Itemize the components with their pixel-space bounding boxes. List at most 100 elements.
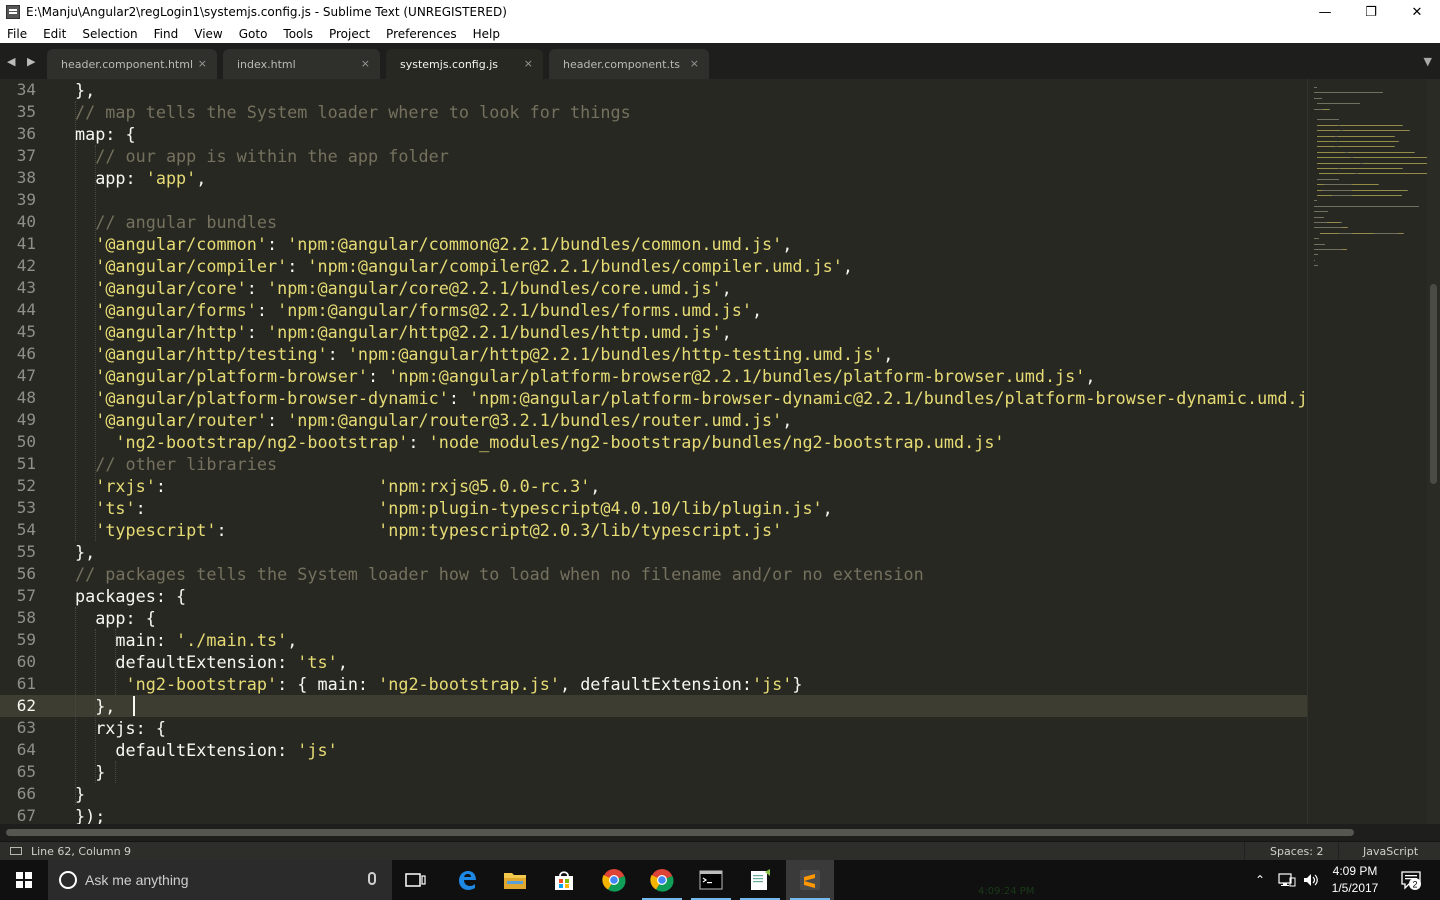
minimap-line [1329, 108, 1331, 110]
code-line[interactable]: 'typescript': 'npm:typescript@2.0.3/lib/… [75, 519, 782, 541]
code-line[interactable]: // packages tells the System loader how … [75, 563, 924, 585]
code-line[interactable]: '@angular/forms': 'npm:@angular/forms@2.… [75, 299, 762, 321]
code-line[interactable]: }, [75, 79, 95, 101]
tab-index-html[interactable]: index.html × [223, 49, 380, 79]
minimap-line [1314, 87, 1317, 88]
menu-view[interactable]: View [186, 27, 230, 41]
code-string: 'ng2-bootstrap.js' [378, 674, 560, 694]
tab-close-icon[interactable]: × [690, 57, 699, 70]
line-number: 67 [16, 806, 36, 824]
line-number: 48 [16, 388, 36, 407]
action-center-button[interactable]: 2 [1398, 860, 1424, 900]
tab-close-icon[interactable]: × [524, 57, 533, 70]
code-line[interactable]: app: 'app', [75, 167, 206, 189]
code-string: 'npm:typescript@2.0.3/lib/typescript.js' [378, 520, 783, 540]
chrome-button-2[interactable] [638, 860, 686, 900]
file-explorer-button[interactable] [491, 860, 539, 900]
minimap[interactable] [1307, 79, 1440, 824]
code-line[interactable]: '@angular/router': 'npm:@angular/router@… [75, 409, 792, 431]
store-button[interactable] [540, 860, 588, 900]
code-line[interactable]: '@angular/common': 'npm:@angular/common@… [75, 233, 792, 255]
menu-goto[interactable]: Goto [231, 27, 276, 41]
code-line[interactable]: packages: { [75, 585, 186, 607]
menu-file[interactable]: File [0, 27, 35, 41]
task-view-button[interactable] [392, 860, 440, 900]
menu-find[interactable]: Find [146, 27, 187, 41]
network-button[interactable] [1278, 860, 1296, 900]
menu-help[interactable]: Help [465, 27, 508, 41]
code-line[interactable]: '@angular/platform-browser': 'npm:@angul… [75, 365, 1095, 387]
vertical-scrollbar[interactable] [1427, 79, 1440, 824]
microphone-icon[interactable] [368, 872, 376, 885]
minimap-line [1340, 124, 1402, 126]
menu-selection[interactable]: Selection [74, 27, 145, 41]
code-line[interactable]: defaultExtension: 'ts', [75, 651, 347, 673]
code-line[interactable]: '@angular/http/testing': 'npm:@angular/h… [75, 343, 893, 365]
code-line[interactable]: // map tells the System loader where to … [75, 101, 631, 123]
line-number: 43 [16, 278, 36, 297]
chrome-button-1[interactable] [590, 860, 638, 900]
code-line[interactable]: // our app is within the app folder [75, 145, 449, 167]
tab-close-icon[interactable]: × [361, 57, 370, 70]
code-line[interactable]: 'ts': 'npm:plugin-typescript@4.0.10/lib/… [75, 497, 833, 519]
minimap-line [1314, 227, 1342, 229]
minimize-button[interactable]: — [1302, 0, 1348, 24]
code-line[interactable]: }, [75, 541, 95, 563]
minimap-line [1316, 157, 1351, 159]
code-area[interactable]: },// map tells the System loader where t… [75, 79, 1307, 824]
edge-browser-button[interactable] [443, 860, 491, 900]
code-line[interactable]: rxjs: { [75, 717, 166, 739]
minimap-line [1316, 162, 1361, 164]
store-bag-icon [555, 871, 573, 890]
cortana-search-box[interactable]: Ask me anything [48, 860, 392, 900]
taskbar-clock[interactable]: 4:09 PM 1/5/2017 [1325, 863, 1385, 897]
code-line[interactable]: }, [75, 695, 115, 717]
code-line[interactable]: '@angular/platform-browser-dynamic': 'np… [75, 387, 1307, 409]
code-line[interactable]: // other libraries [75, 453, 277, 475]
menu-project[interactable]: Project [321, 27, 378, 41]
tab-close-icon[interactable]: × [198, 57, 207, 70]
code-line[interactable]: app: { [75, 607, 156, 629]
tab-systemjs-config-js[interactable]: systemjs.config.js × [386, 49, 543, 79]
code-token: , [842, 256, 853, 276]
code-line[interactable]: '@angular/http': 'npm:@angular/http@2.2.… [75, 321, 732, 343]
code-line[interactable]: '@angular/compiler': 'npm:@angular/compi… [75, 255, 853, 277]
notepad-plus-button[interactable] [736, 860, 784, 900]
start-button[interactable] [0, 860, 48, 900]
panel-toggle-icon[interactable] [10, 847, 22, 855]
tab-header-component-html[interactable]: header.component.html × [47, 49, 217, 79]
syntax-selector[interactable]: JavaScript [1363, 845, 1418, 858]
show-hidden-icons-button[interactable]: ⌃ [1255, 860, 1265, 900]
code-line[interactable]: '@angular/core': 'npm:@angular/core@2.2.… [75, 277, 732, 299]
restore-button[interactable]: ❐ [1348, 0, 1394, 24]
code-line[interactable]: 'ng2-bootstrap': { main: 'ng2-bootstrap.… [75, 673, 803, 695]
code-token: }, [75, 696, 116, 716]
minimap-line [1316, 135, 1336, 137]
tab-header-component-ts[interactable]: header.component.ts × [549, 49, 709, 79]
tab-list-dropdown-icon[interactable]: ▼ [1424, 55, 1432, 68]
tab-navigation-arrows[interactable]: ◀ ▶ [7, 55, 39, 68]
code-line[interactable]: defaultExtension: 'js' [75, 739, 337, 761]
code-line[interactable]: } [75, 783, 85, 805]
code-line[interactable]: }); [75, 805, 105, 824]
code-line[interactable]: main: './main.ts', [75, 629, 297, 651]
menu-edit[interactable]: Edit [35, 27, 74, 41]
command-prompt-button[interactable] [687, 860, 735, 900]
vertical-scroll-thumb[interactable] [1430, 284, 1437, 484]
sublime-text-button[interactable] [786, 860, 834, 900]
code-line[interactable]: } [75, 761, 105, 783]
horizontal-scroll-thumb[interactable] [6, 829, 1354, 836]
indentation-setting[interactable]: Spaces: 2 [1270, 845, 1323, 858]
horizontal-scrollbar[interactable] [0, 824, 1440, 841]
code-line[interactable]: 'rxjs': 'npm:rxjs@5.0.0-rc.3', [75, 475, 600, 497]
menu-tools[interactable]: Tools [275, 27, 321, 41]
volume-button[interactable] [1302, 860, 1320, 900]
menu-preferences[interactable]: Preferences [378, 27, 465, 41]
code-editor[interactable]: 34 35 36 37 38 39 40 41 42 43 44 45 46 47 48 49 50 51 52 53… [0, 79, 1440, 824]
code-line[interactable]: 'ng2-bootstrap/ng2-bootstrap': 'node_mod… [75, 431, 1004, 453]
close-window-button[interactable]: ✕ [1394, 0, 1440, 24]
code-line[interactable]: map: { [75, 123, 136, 145]
minimap-line [1314, 254, 1318, 256]
code-line[interactable]: // angular bundles [75, 211, 277, 233]
code-string: 'npm:@angular/http@2.2.1/bundles/http-te… [347, 344, 884, 364]
